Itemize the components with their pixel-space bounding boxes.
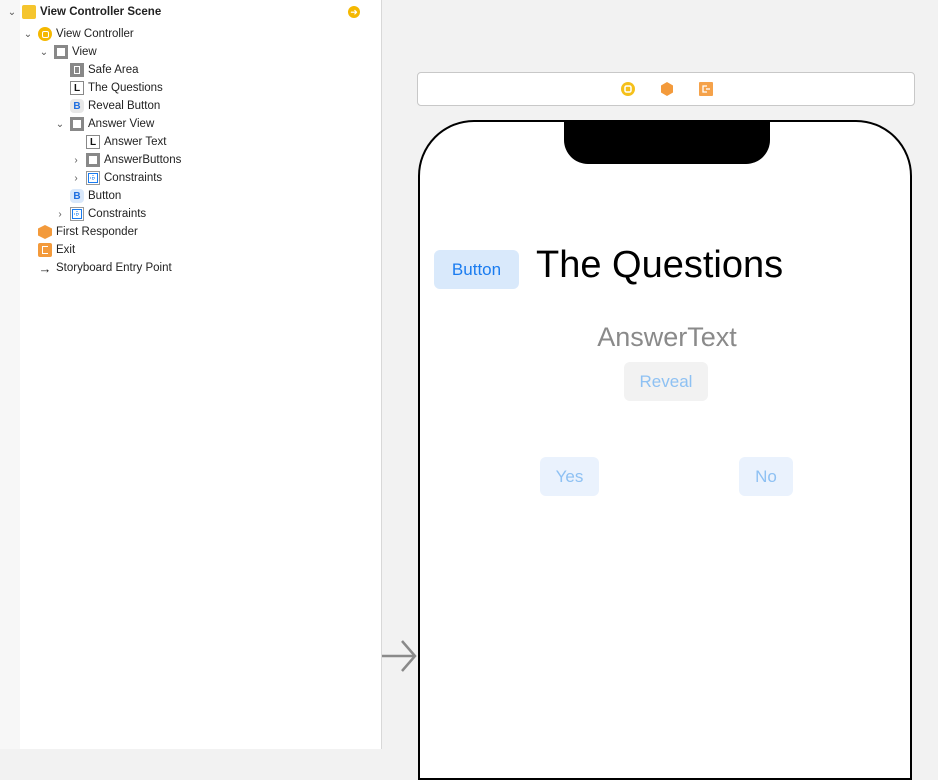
chevron-down-icon[interactable]: ⌄ xyxy=(22,28,34,40)
chevron-right-icon[interactable]: › xyxy=(54,208,66,220)
no-button[interactable]: No xyxy=(739,457,793,496)
scene-title: View Controller Scene xyxy=(40,6,162,18)
button-icon: B xyxy=(70,189,84,203)
outline-item-the-questions[interactable]: L The Questions xyxy=(70,79,163,97)
first-responder-icon xyxy=(38,225,52,239)
outline-item-label: AnswerButtons xyxy=(104,154,182,166)
outline-item-reveal-button[interactable]: B Reveal Button xyxy=(70,97,160,115)
outline-item-label: Constraints xyxy=(104,172,163,184)
outline-item-answer-text[interactable]: L Answer Text xyxy=(86,133,166,151)
button[interactable]: Button xyxy=(434,250,519,289)
outline-item-view[interactable]: ⌄ View xyxy=(38,43,97,61)
outline-item-label: Answer View xyxy=(88,118,155,130)
reveal-button[interactable]: Reveal xyxy=(624,362,708,401)
outline-item-label: View xyxy=(72,46,97,58)
view-icon xyxy=(86,153,100,167)
constraints-icon xyxy=(70,207,84,221)
scene-arrow-icon[interactable]: ➜ xyxy=(348,6,360,18)
outline-item-label: Constraints xyxy=(88,208,147,220)
outline-scene-row[interactable]: ⌄ View Controller Scene xyxy=(6,3,161,21)
view-controller-icon xyxy=(38,27,52,41)
outline-item-view-controller[interactable]: ⌄ View Controller xyxy=(22,25,134,43)
view-icon xyxy=(70,117,84,131)
outline-gutter xyxy=(0,0,20,749)
constraints-icon xyxy=(86,171,100,185)
outline-item-constraints-inner[interactable]: › Constraints xyxy=(70,169,162,187)
storyboard-entry-arrow-icon[interactable] xyxy=(380,636,420,676)
view-icon xyxy=(54,45,68,59)
outline-item-label: Reveal Button xyxy=(88,100,161,112)
outline-item-label: Exit xyxy=(56,244,76,256)
chevron-down-icon[interactable]: ⌄ xyxy=(38,46,50,58)
label-icon: L xyxy=(86,135,100,149)
outline-item-label: First Responder xyxy=(56,226,138,238)
scene-icon xyxy=(22,5,36,19)
safe-area-icon xyxy=(70,63,84,77)
outline-item-exit[interactable]: Exit xyxy=(38,241,75,259)
outline-item-button[interactable]: B Button xyxy=(70,187,121,205)
button-icon: B xyxy=(70,99,84,113)
outline-item-label: Answer Text xyxy=(104,136,167,148)
exit-icon[interactable] xyxy=(699,82,713,96)
outline-item-answer-buttons[interactable]: › AnswerButtons xyxy=(70,151,181,169)
outline-item-answer-view[interactable]: ⌄ Answer View xyxy=(54,115,154,133)
answer-text-label: AnswerText xyxy=(597,322,737,352)
label-icon: L xyxy=(70,81,84,95)
entry-arrow-icon: → xyxy=(38,260,52,276)
outline-item-first-responder[interactable]: First Responder xyxy=(38,223,138,241)
scene-dock xyxy=(417,72,915,106)
outline-item-label: The Questions xyxy=(88,82,163,94)
the-questions-label: The Questions xyxy=(536,244,784,286)
first-responder-icon[interactable] xyxy=(660,82,674,96)
chevron-down-icon[interactable]: ⌄ xyxy=(6,6,18,18)
outline-item-label: Safe Area xyxy=(88,64,139,76)
outline-item-label: View Controller xyxy=(56,28,134,40)
notch xyxy=(564,120,770,164)
chevron-down-icon[interactable]: ⌄ xyxy=(54,118,66,130)
outline-item-label: Button xyxy=(88,190,122,202)
outline-item-label: Storyboard Entry Point xyxy=(56,262,172,274)
view-controller-icon[interactable] xyxy=(621,82,635,96)
outline-item-constraints[interactable]: › Constraints xyxy=(54,205,146,223)
chevron-right-icon[interactable]: › xyxy=(70,154,82,166)
iphone-canvas: Button The Questions AnswerText Reveal Y… xyxy=(418,120,912,780)
exit-icon xyxy=(38,243,52,257)
outline-item-entry-point[interactable]: → Storyboard Entry Point xyxy=(38,259,172,277)
yes-button[interactable]: Yes xyxy=(540,457,599,496)
document-outline: ⌄ View Controller Scene ➜ ⌄ View Control… xyxy=(0,0,382,749)
outline-item-safe-area[interactable]: Safe Area xyxy=(70,61,139,79)
chevron-right-icon[interactable]: › xyxy=(70,172,82,184)
